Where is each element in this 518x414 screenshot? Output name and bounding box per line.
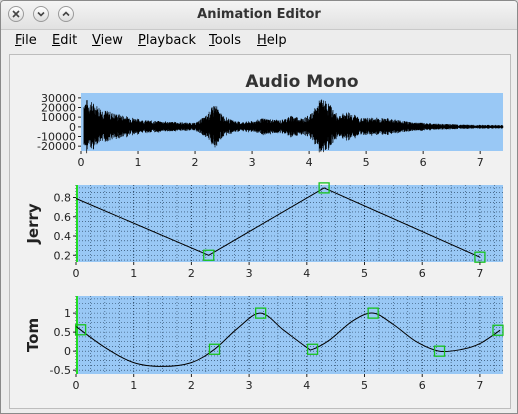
x-tick-label: 2 xyxy=(192,156,199,169)
menu-file[interactable]: File xyxy=(15,33,37,48)
x-tick-label: 2 xyxy=(188,267,195,280)
y-tick-label: -0.5 xyxy=(50,364,71,377)
y-tick-label: -20000 xyxy=(37,140,76,153)
x-tick-label: 6 xyxy=(419,379,426,392)
y-tick-label: 0.2 xyxy=(54,249,72,262)
x-tick-label: 3 xyxy=(246,379,253,392)
x-tick-label: 2 xyxy=(188,379,195,392)
x-tick-label: 3 xyxy=(249,156,256,169)
x-tick-label: 4 xyxy=(306,156,313,169)
y-axis-label: Tom xyxy=(24,318,42,352)
x-tick-label: 3 xyxy=(246,267,253,280)
window-title: Animation Editor xyxy=(197,7,321,22)
x-tick-label: 1 xyxy=(130,267,137,280)
x-tick-label: 6 xyxy=(420,156,427,169)
menu-playback[interactable]: Playback xyxy=(138,33,196,48)
chart-2: Tom0 1 2 3 4 5 6 710.50-0.5 xyxy=(24,296,504,392)
x-tick-label: 7 xyxy=(477,156,484,169)
x-tick-label: 1 xyxy=(135,156,142,169)
y-tick-label: 0.5 xyxy=(54,326,72,339)
y-axis-label: Jerry xyxy=(24,203,42,245)
x-tick-label: 0 xyxy=(73,267,80,280)
plots-canvas[interactable]: Audio Mono0 1 2 3 4 5 6 73000020000100000-10000… xyxy=(10,55,510,408)
menu-help[interactable]: Help xyxy=(257,33,287,48)
x-tick-label: 5 xyxy=(361,267,368,280)
y-tick-label: 0.6 xyxy=(54,211,72,224)
menu-tools[interactable]: Tools xyxy=(209,33,241,48)
y-tick-label: 0.8 xyxy=(54,192,72,205)
menu-bar: File Edit View Playback Tools Help xyxy=(1,30,517,52)
chart-title: Audio Mono xyxy=(245,72,358,92)
x-tick-label: 7 xyxy=(476,379,483,392)
menu-edit[interactable]: Edit xyxy=(52,33,77,48)
chart-0: Audio Mono0 1 2 3 4 5 6 73000020000100000-10000… xyxy=(37,72,504,169)
y-tick-label: 0 xyxy=(64,345,71,358)
x-tick-label: 0 xyxy=(73,379,80,392)
x-tick-label: 5 xyxy=(363,156,370,169)
x-tick-label: 4 xyxy=(303,379,310,392)
menu-view[interactable]: View xyxy=(92,33,123,48)
x-tick-label: 5 xyxy=(361,379,368,392)
x-tick-label: 1 xyxy=(130,379,137,392)
chart-1: Jerry 0 1 2 3 4 5 6 7 0.8 0.6 0.4 0.2 xyxy=(24,182,503,280)
x-tick-label: 4 xyxy=(303,267,310,280)
y-tick-label: 0.4 xyxy=(54,230,72,243)
y-tick-label: 1 xyxy=(64,307,71,320)
x-tick-label: 6 xyxy=(419,267,426,280)
title-bar: Animation Editor xyxy=(1,1,517,30)
plot-panel: Audio Mono 0 1 2 3 4 5 6 7 30000 20000 10000 0 -10000… xyxy=(9,54,511,409)
x-tick-label: 0 xyxy=(78,156,85,169)
x-tick-label: 7 xyxy=(476,267,483,280)
main-window: Animation Editor File Edit View Playback Too… xyxy=(0,0,518,414)
